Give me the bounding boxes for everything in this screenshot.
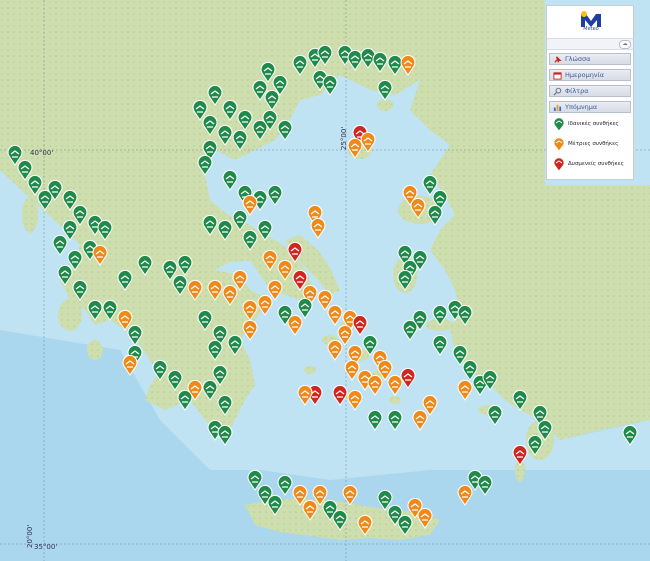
- calendar-icon: [553, 72, 562, 80]
- island-zakynthos: [87, 340, 103, 360]
- island-corfu: [22, 197, 38, 233]
- search-bar: ☁: [547, 38, 633, 57]
- coord-label-lon-25: 25°00': [340, 127, 348, 150]
- legend-label-ideal: Ιδανικές συνθήκες: [568, 121, 619, 127]
- legend-item-moderate: Μέτριες συνθήκες: [553, 137, 635, 153]
- pin-icon: [554, 56, 562, 63]
- ideal-marker-icon: [553, 117, 565, 132]
- magnifier-icon: [553, 87, 562, 96]
- menu-filters-label: Φίλτρα: [565, 87, 589, 95]
- adverse-marker-icon: [553, 157, 565, 172]
- legend-label-moderate: Μέτριες συνθήκες: [568, 141, 619, 147]
- menu-date[interactable]: Ημερομηνία: [549, 69, 631, 81]
- legend-item-adverse: Δυσμενείς συνθήκες: [553, 157, 635, 173]
- menu-date-label: Ημερομηνία: [565, 71, 605, 79]
- menu-legend-label: Υπόμνημα: [565, 103, 598, 111]
- menu-language[interactable]: Γλώσσα: [549, 53, 631, 65]
- coord-label-lat-40: 40°00': [30, 149, 53, 157]
- logo-name: Meteo: [583, 26, 599, 32]
- chart-icon: [553, 104, 562, 112]
- menu-language-label: Γλώσσα: [565, 55, 591, 63]
- moderate-marker-icon: [553, 137, 565, 152]
- menu-filters[interactable]: Φίλτρα: [549, 85, 631, 97]
- cloud-icon[interactable]: ☁: [619, 40, 631, 49]
- legend-label-adverse: Δυσμενείς συνθήκες: [568, 161, 624, 167]
- coord-label-lon-20: 20°00': [26, 525, 34, 548]
- control-panel: Meteo ☁ Γλώσσα Ημερομηνία Φίλτρα Υπόμνημ…: [546, 5, 634, 180]
- coord-label-lat-35: 35°00': [34, 543, 57, 551]
- legend-item-ideal: Ιδανικές συνθήκες: [553, 117, 635, 133]
- island-kefalonia: [58, 299, 82, 331]
- menu-legend[interactable]: Υπόμνημα: [549, 101, 631, 113]
